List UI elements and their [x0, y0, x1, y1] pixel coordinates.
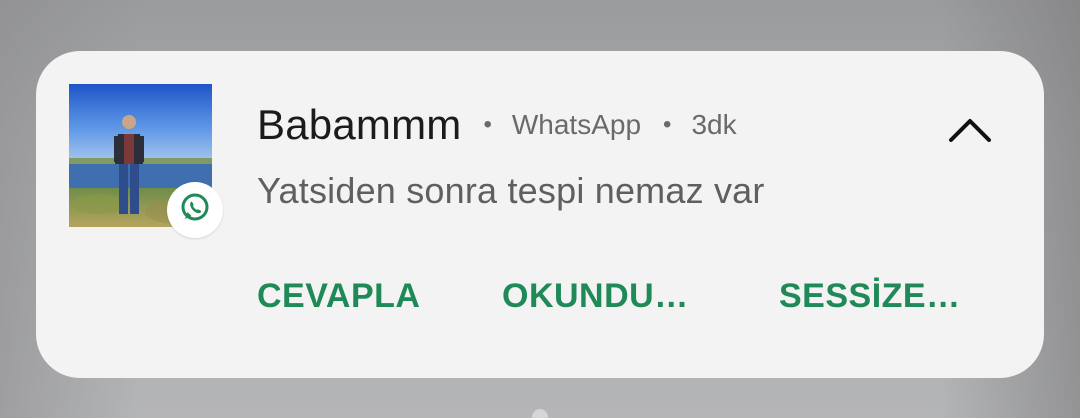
app-name: WhatsApp — [511, 109, 642, 140]
timestamp: 3dk — [691, 109, 737, 140]
separator-dot: • — [663, 111, 672, 138]
mark-as-read-button[interactable]: OKUNDU… — [502, 277, 689, 316]
separator-dot: • — [483, 111, 492, 138]
page-indicator-dot — [532, 409, 548, 418]
collapse-button[interactable] — [942, 109, 998, 153]
whatsapp-badge — [167, 182, 223, 238]
message-text: Yatsiden sonra tespi nemaz var — [257, 170, 765, 211]
notification-card[interactable]: Babammm • WhatsApp • 3dk Yatsiden sonra … — [36, 51, 1044, 378]
whatsapp-icon — [178, 191, 212, 230]
sender-name: Babammm — [257, 101, 462, 148]
chevron-up-icon — [948, 115, 992, 148]
reply-button[interactable]: CEVAPLA — [257, 277, 420, 316]
avatar-container — [69, 84, 223, 238]
mute-button[interactable]: SESSİZE… — [779, 277, 961, 316]
notification-header: Babammm • WhatsApp • 3dk — [257, 101, 737, 149]
